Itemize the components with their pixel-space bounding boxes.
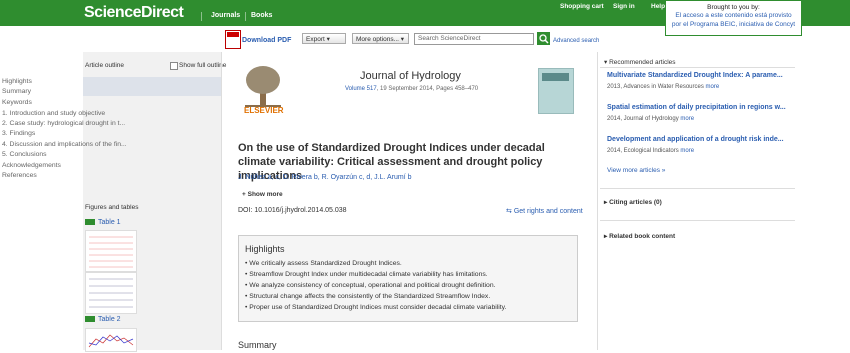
- table-thumbnail[interactable]: [85, 272, 137, 314]
- citing-articles-label: Citing articles (0): [609, 199, 662, 206]
- outline-highlight: [83, 77, 221, 96]
- author-list[interactable]: J. Núñez a, c, D. Rivera b, R. Oyarzún c…: [238, 174, 412, 181]
- recommended-source: 2013, Advances in Water Resources: [607, 84, 704, 90]
- sciencedirect-logo[interactable]: ScienceDirect: [84, 4, 184, 22]
- highlight-text: Structural change affects the consistent…: [249, 293, 491, 300]
- table-1-thumbnail[interactable]: [85, 230, 137, 272]
- table-icon: [85, 219, 95, 226]
- date-pages: , 19 September 2014, Pages 458–470: [376, 86, 479, 92]
- outline-item[interactable]: 2. Case study: hydrological drought in t…: [2, 120, 125, 127]
- summary-heading: Summary: [238, 340, 277, 350]
- divider: [600, 220, 795, 221]
- rights-icon: ⇆: [506, 208, 514, 215]
- highlight-item: • We critically assess Standardized Drou…: [245, 260, 402, 267]
- view-more-articles-link[interactable]: View more articles »: [607, 167, 665, 174]
- show-full-outline-label[interactable]: Show full outline: [179, 62, 226, 69]
- recommended-heading[interactable]: ▾ Recommended articles: [604, 58, 676, 66]
- rights-label: Get rights and content: [513, 208, 583, 215]
- recommended-meta: 2014, Ecological Indicators more: [607, 148, 694, 154]
- table-icon: [85, 316, 95, 323]
- nav-separator: [201, 12, 202, 21]
- recommended-label: Recommended articles: [609, 59, 676, 66]
- outline-item[interactable]: Highlights: [2, 78, 32, 85]
- nav-books[interactable]: Books: [251, 12, 272, 19]
- outline-item[interactable]: Keywords: [2, 99, 32, 106]
- volume-link[interactable]: Volume 517: [345, 86, 377, 92]
- help-link[interactable]: Help: [651, 3, 665, 10]
- highlight-item: • Structural change affects the consiste…: [245, 293, 491, 300]
- sign-in-link[interactable]: Sign in: [613, 3, 635, 10]
- outline-heading: Article outline: [85, 62, 125, 69]
- outline-item[interactable]: 3. Findings: [2, 130, 35, 137]
- citing-articles-toggle[interactable]: ▸ Citing articles (0): [604, 198, 662, 206]
- access-line-2[interactable]: por el Programa BEIC, iniciativa de Conc…: [666, 20, 801, 29]
- recommended-more-link[interactable]: more: [680, 148, 694, 154]
- table-2-thumbnail[interactable]: [85, 328, 137, 352]
- recommended-title[interactable]: Development and application of a drought…: [607, 136, 784, 143]
- highlight-text: We critically assess Standardized Drough…: [249, 260, 402, 267]
- download-pdf-link[interactable]: Download PDF: [242, 37, 291, 44]
- journal-cover[interactable]: [538, 68, 574, 114]
- table-thumbnail-lines: [89, 236, 133, 268]
- highlight-item: • Streamflow Drought Index under multide…: [245, 271, 488, 278]
- table-thumbnail-lines: [89, 278, 133, 308]
- recommended-source: 2014, Journal of Hydrology: [607, 116, 679, 122]
- pdf-icon[interactable]: [225, 30, 241, 49]
- highlight-item: • Proper use of Standardized Drought Ind…: [245, 304, 507, 311]
- table-2-label: Table 2: [98, 316, 121, 323]
- more-options-label: More options...: [356, 36, 399, 43]
- highlight-text: Streamflow Drought Index under multideca…: [249, 271, 488, 278]
- outline-item[interactable]: References: [2, 172, 37, 179]
- outline-item[interactable]: 5. Conclusions: [2, 151, 47, 158]
- recommended-title[interactable]: Multivariate Standardized Drought Index:…: [607, 72, 783, 79]
- search-icon: [539, 34, 549, 44]
- nav-journals[interactable]: Journals: [211, 12, 240, 19]
- highlight-item: • We analyze consistency of conceptual, …: [245, 282, 496, 289]
- chart-thumbnail-lines: [88, 334, 134, 348]
- highlights-heading: Highlights: [245, 244, 285, 254]
- outline-item[interactable]: Summary: [2, 88, 31, 95]
- shopping-cart-link[interactable]: Shopping cart: [560, 3, 604, 10]
- nav-separator: [245, 12, 246, 21]
- journal-title[interactable]: Journal of Hydrology: [360, 70, 461, 82]
- highlight-text: We analyze consistency of conceptual, op…: [249, 282, 496, 289]
- advanced-search-link[interactable]: Advanced search: [553, 38, 599, 44]
- related-book-content-toggle[interactable]: ▸ Related book content: [604, 232, 675, 240]
- recommended-meta: 2014, Journal of Hydrology more: [607, 116, 694, 122]
- recommended-more-link[interactable]: more: [680, 116, 694, 122]
- export-label: Export: [306, 36, 325, 43]
- divider: [600, 188, 795, 189]
- institution-box: Brought to you by: El acceso a este cont…: [665, 0, 802, 36]
- search-button[interactable]: [537, 32, 550, 45]
- elsevier-wordmark: ELSEVIER: [244, 106, 284, 115]
- show-more-toggle[interactable]: + Show more: [242, 191, 283, 198]
- highlights-box: Highlights • We critically assess Standa…: [238, 235, 578, 322]
- table-1-link[interactable]: Table 1: [85, 219, 121, 226]
- outline-item[interactable]: 1. Introduction and study objective: [2, 110, 105, 117]
- doi[interactable]: DOI: 10.1016/j.jhydrol.2014.05.038: [238, 207, 347, 214]
- show-more-label: Show more: [247, 191, 283, 198]
- recommended-meta: 2013, Advances in Water Resources more: [607, 84, 719, 90]
- divider: [600, 67, 795, 68]
- highlight-text: Proper use of Standardized Drought Indic…: [249, 304, 507, 311]
- show-full-outline-checkbox[interactable]: [170, 62, 178, 70]
- volume-info: Volume 517, 19 September 2014, Pages 458…: [345, 86, 478, 92]
- figures-heading: Figures and tables: [85, 204, 139, 211]
- brought-title: Brought to you by:: [707, 4, 760, 11]
- access-line-1[interactable]: El acceso a este contenido está provisto: [666, 11, 801, 20]
- recommended-more-link[interactable]: more: [706, 84, 720, 90]
- outline-item[interactable]: 4. Discussion and implications of the fi…: [2, 141, 127, 148]
- table-2-link[interactable]: Table 2: [85, 316, 121, 323]
- recommended-source: 2014, Ecological Indicators: [607, 148, 679, 154]
- get-rights-link[interactable]: ⇆ Get rights and content: [506, 207, 583, 215]
- more-options-button[interactable]: More options... ▾: [352, 33, 409, 44]
- related-book-content-label: Related book content: [609, 233, 676, 240]
- search-input[interactable]: Search ScienceDirect: [414, 33, 534, 45]
- table-1-label: Table 1: [98, 219, 121, 226]
- recommended-title[interactable]: Spatial estimation of daily precipitatio…: [607, 104, 786, 111]
- outline-item[interactable]: Acknowledgements: [2, 162, 61, 169]
- export-button[interactable]: Export ▾: [302, 33, 346, 44]
